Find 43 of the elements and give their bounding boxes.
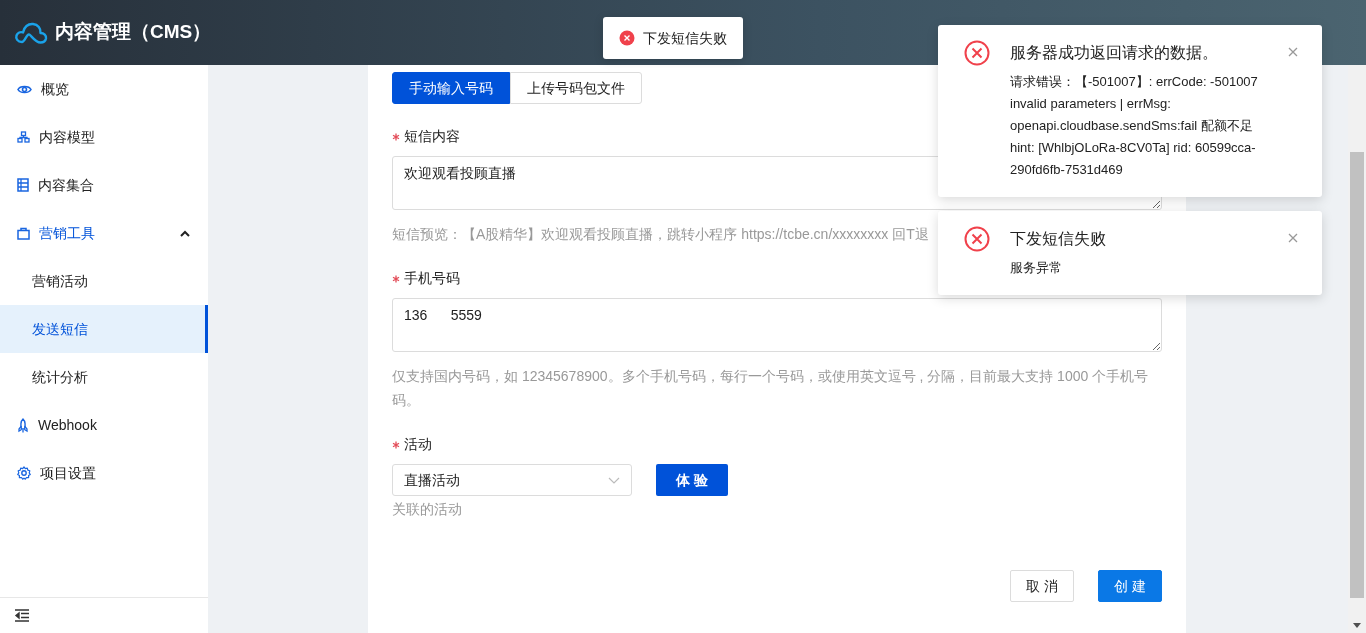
hierarchy-icon [17,131,30,143]
list-icon [17,178,29,192]
sidebar-item[interactable]: 内容集合 [0,161,208,209]
create-button[interactable]: 创 建 [1098,570,1162,602]
tab[interactable]: 上传号码包文件 [510,72,642,104]
app-title: 内容管理（CMS） [55,20,212,45]
sidebar-item[interactable]: 内容模型 [0,113,208,161]
help-text: 关联的活动 [392,500,463,519]
notification-title: 服务器成功返回请求的数据。 [1010,43,1219,63]
help-text: 仅支持国内号码，如 12345678900。多个手机号码，每行一个号码，或使用英文逗号 , 分隔，目前最大支持 1000 个手机号码。 [392,367,1150,410]
scrollbar[interactable] [1348,65,1366,633]
field-label: 手机号码 [404,269,460,288]
sidebar-item[interactable]: 概览 [0,65,208,113]
select-field[interactable]: 直播活动 [392,464,632,496]
sidebar-item[interactable]: 营销工具 [0,209,208,257]
sidebar-item[interactable]: 项目设置 [0,449,208,497]
sidebar-item[interactable]: 发送短信 [0,305,208,353]
error-icon [964,226,990,252]
cloud-logo-icon [14,20,48,45]
tab[interactable]: 手动输入号码 [392,72,510,104]
notification-text: 服务异常 [1010,259,1063,277]
close-icon[interactable] [1288,233,1298,243]
error-icon [619,30,635,46]
rocket-icon [17,417,29,433]
sidebar-item[interactable]: Webhook [0,401,208,449]
error-icon [964,40,990,66]
notification-title: 下发短信失败 [1010,229,1107,249]
sidebar-item[interactable]: 统计分析 [0,353,208,401]
field-label: 短信内容 [404,127,460,146]
chevron-up-icon [180,229,190,237]
text-area-field[interactable]: 136 5559 [392,298,1162,352]
message-text: 下发短信失败 [643,28,727,48]
field-label: 活动 [404,435,432,454]
sidebar-item[interactable]: 营销活动 [0,257,208,305]
bag-icon [17,226,30,240]
collapse-menu-icon [14,609,30,622]
try-button[interactable]: 体 验 [656,464,728,496]
close-icon[interactable] [1288,47,1298,57]
eye-icon [17,83,32,95]
chevron-down-icon [608,476,620,484]
cancel-button[interactable]: 取 消 [1010,570,1074,602]
settings-icon [17,466,31,480]
help-text: 短信预览：【A股精华】欢迎观看投顾直播，跳转小程序 https://tcbe.cn/xxxxxxxx 回T退 [392,225,930,244]
